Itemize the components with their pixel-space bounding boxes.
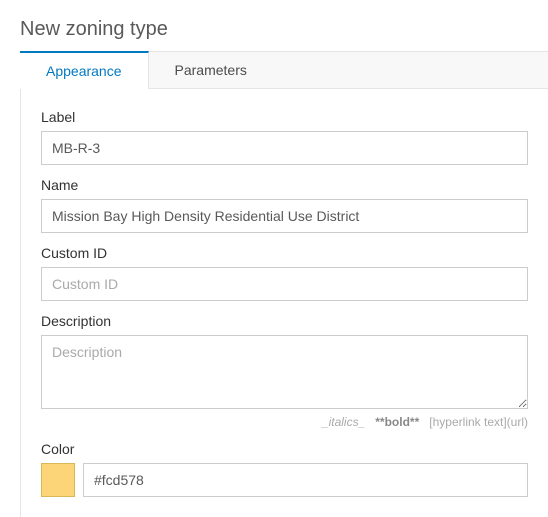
hint-bold: **bold** [375, 415, 419, 429]
tabs-wrap: Appearance Parameters [0, 51, 548, 89]
description-field-label: Description [41, 313, 528, 329]
color-field-label: Color [41, 441, 528, 457]
new-zoning-type-panel: New zoning type Appearance Parameters La… [0, 0, 548, 517]
tab-parameters[interactable]: Parameters [149, 52, 274, 88]
name-input[interactable] [41, 199, 528, 233]
tab-appearance[interactable]: Appearance [20, 51, 149, 89]
description-textarea[interactable] [41, 335, 528, 409]
label-input[interactable] [41, 131, 528, 165]
color-input[interactable] [83, 463, 528, 497]
name-field-label: Name [41, 177, 528, 193]
tabs: Appearance Parameters [20, 51, 548, 89]
color-swatch[interactable] [41, 463, 75, 497]
hint-italics: _italics_ [322, 415, 365, 429]
format-hints: _italics_ **bold** [hyperlink text](url) [41, 415, 528, 429]
customid-input[interactable] [41, 267, 528, 301]
color-row [41, 463, 528, 497]
customid-field-label: Custom ID [41, 245, 528, 261]
tab-content: Label Name Custom ID Description _italic… [20, 89, 548, 517]
panel-title: New zoning type [0, 0, 548, 51]
label-field-label: Label [41, 109, 528, 125]
hint-link: [hyperlink text](url) [429, 415, 528, 429]
